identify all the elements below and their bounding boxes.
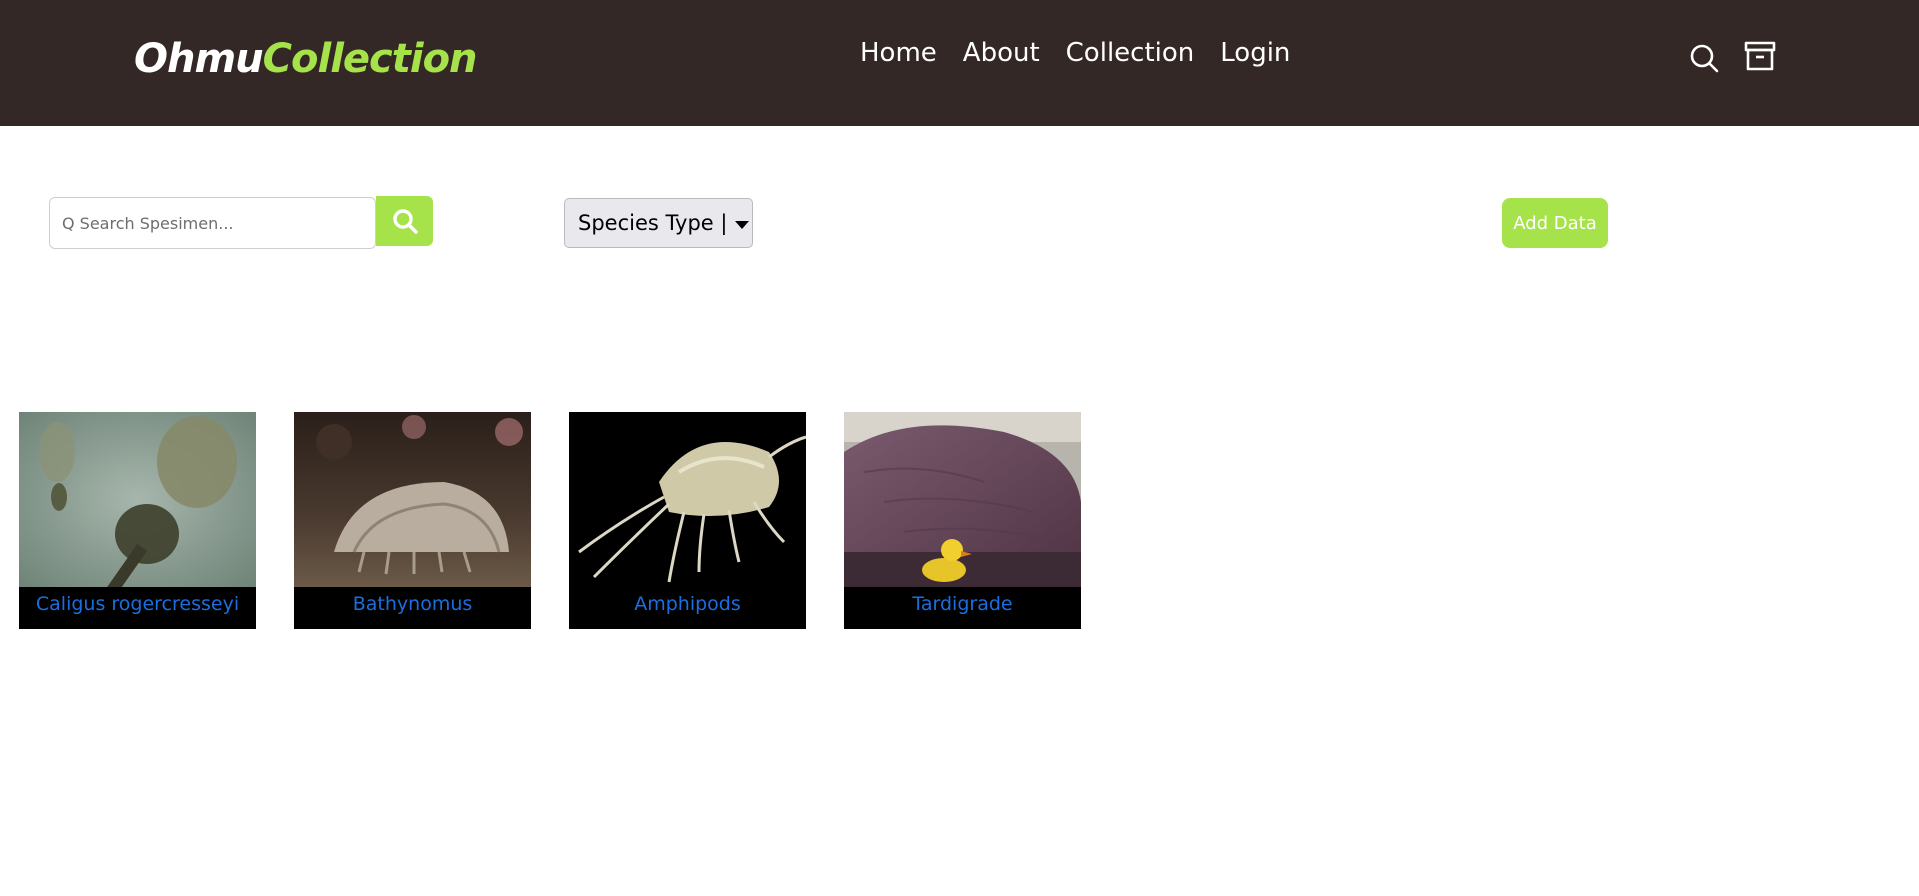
species-type-dropdown[interactable]: Species Type |	[564, 198, 753, 248]
species-type-label: Species Type |	[578, 211, 728, 235]
specimen-card[interactable]: Bathynomus	[294, 412, 531, 629]
search-specimen-input[interactable]	[49, 197, 376, 249]
logo-text-collection: Collection	[262, 36, 478, 82]
top-navbar: OhmuCollection Home About Collection Log…	[0, 0, 1919, 126]
magnifier-icon	[392, 209, 418, 234]
search-icon[interactable]	[1688, 42, 1720, 74]
search-submit-button[interactable]	[376, 196, 433, 246]
nav-home-link[interactable]: Home	[860, 38, 937, 68]
main-nav: Home About Collection Login	[860, 38, 1290, 68]
specimen-image	[294, 412, 531, 587]
specimen-card[interactable]: Amphipods	[569, 412, 806, 629]
specimen-image	[19, 412, 256, 587]
nav-about-link[interactable]: About	[963, 38, 1040, 68]
specimen-image	[569, 412, 806, 587]
specimen-card[interactable]: Tardigrade	[844, 412, 1081, 629]
specimen-name[interactable]: Bathynomus	[294, 587, 531, 629]
specimen-card[interactable]: Caligus rogercresseyi	[19, 412, 256, 629]
logo-text-ohmu: Ohmu	[134, 36, 264, 82]
archive-icon[interactable]	[1744, 40, 1776, 72]
specimen-name[interactable]: Caligus rogercresseyi	[19, 587, 256, 629]
caret-down-icon	[735, 220, 750, 229]
specimen-name[interactable]: Tardigrade	[844, 587, 1081, 629]
nav-collection-link[interactable]: Collection	[1066, 38, 1195, 68]
nav-login-link[interactable]: Login	[1220, 38, 1290, 68]
site-logo[interactable]: OhmuCollection	[134, 36, 478, 82]
specimen-name[interactable]: Amphipods	[569, 587, 806, 629]
add-data-button[interactable]: Add Data	[1502, 198, 1608, 248]
specimen-image	[844, 412, 1081, 587]
